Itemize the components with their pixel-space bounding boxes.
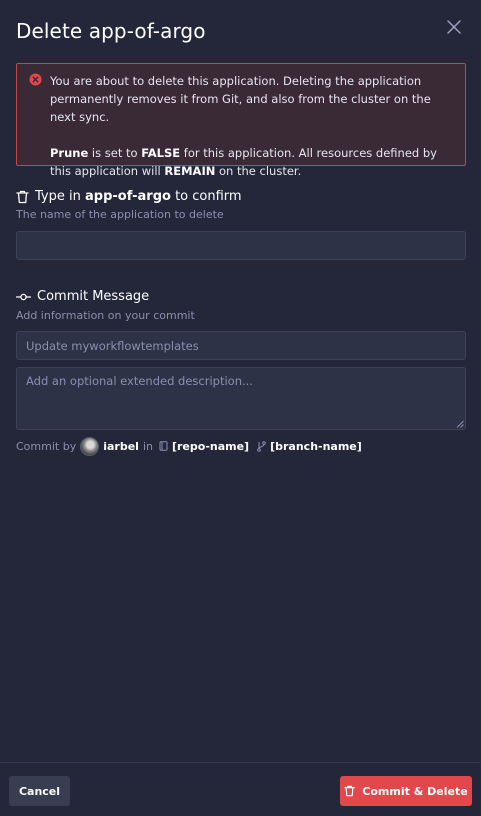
alert-text: is set to: [88, 146, 142, 160]
delete-application-dialog: Delete app-of-argo You are about to dele…: [0, 0, 481, 816]
footer-divider: [0, 762, 481, 763]
trash-icon: [344, 785, 356, 797]
commit-and-delete-label: Commit & Delete: [362, 784, 468, 798]
confirm-app-name: app-of-argo: [84, 189, 171, 204]
commit-user: iarbel: [103, 439, 139, 453]
prune-value: FALSE: [141, 146, 181, 160]
app-name-confirm-input[interactable]: [16, 231, 466, 260]
commit-title-text: Commit Message: [37, 289, 150, 304]
prune-label: Prune: [50, 146, 89, 160]
branch-name: [branch-name]: [270, 439, 362, 453]
repo-icon: [159, 441, 168, 451]
cancel-button[interactable]: Cancel: [9, 776, 70, 806]
alert-message: You are about to delete this application…: [50, 74, 431, 124]
confirm-helper: The name of the application to delete: [16, 208, 224, 221]
commit-message-input[interactable]: [16, 331, 466, 360]
trash-icon: [16, 190, 29, 204]
repo-name: [repo-name]: [171, 439, 250, 453]
resize-handle-icon[interactable]: [455, 419, 464, 428]
alert-text: on the cluster.: [215, 164, 302, 178]
confirm-title-text: Type in app-of-argo to confirm: [35, 188, 242, 206]
commit-by-label: Commit by: [16, 439, 77, 453]
alert-prune-message: Prune is set to FALSE for this applicati…: [50, 144, 453, 180]
commit-helper: Add information on your commit: [16, 309, 195, 322]
warning-alert: You are about to delete this application…: [16, 63, 466, 178]
git-commit-icon: [16, 293, 31, 301]
confirm-title-prefix: Type in: [35, 189, 85, 204]
confirm-title-suffix: to confirm: [170, 189, 242, 204]
error-circle-icon: [29, 73, 42, 86]
commit-description-textarea[interactable]: [16, 367, 466, 430]
close-icon: [447, 20, 461, 34]
confirm-section-title: Type in app-of-argo to confirm: [16, 188, 242, 206]
commit-and-delete-button[interactable]: Commit & Delete: [340, 776, 472, 806]
commit-info: Commit by iarbel in [repo-name] [branch-…: [16, 436, 362, 456]
dialog-header: Delete app-of-argo: [16, 18, 465, 46]
remain-label: REMAIN: [164, 164, 216, 178]
commit-in-label: in: [142, 439, 153, 453]
commit-section-title: Commit Message: [16, 288, 149, 306]
branch-icon: [257, 440, 266, 452]
avatar: [80, 436, 100, 456]
close-button[interactable]: [443, 16, 465, 38]
dialog-title: Delete app-of-argo: [16, 19, 206, 43]
